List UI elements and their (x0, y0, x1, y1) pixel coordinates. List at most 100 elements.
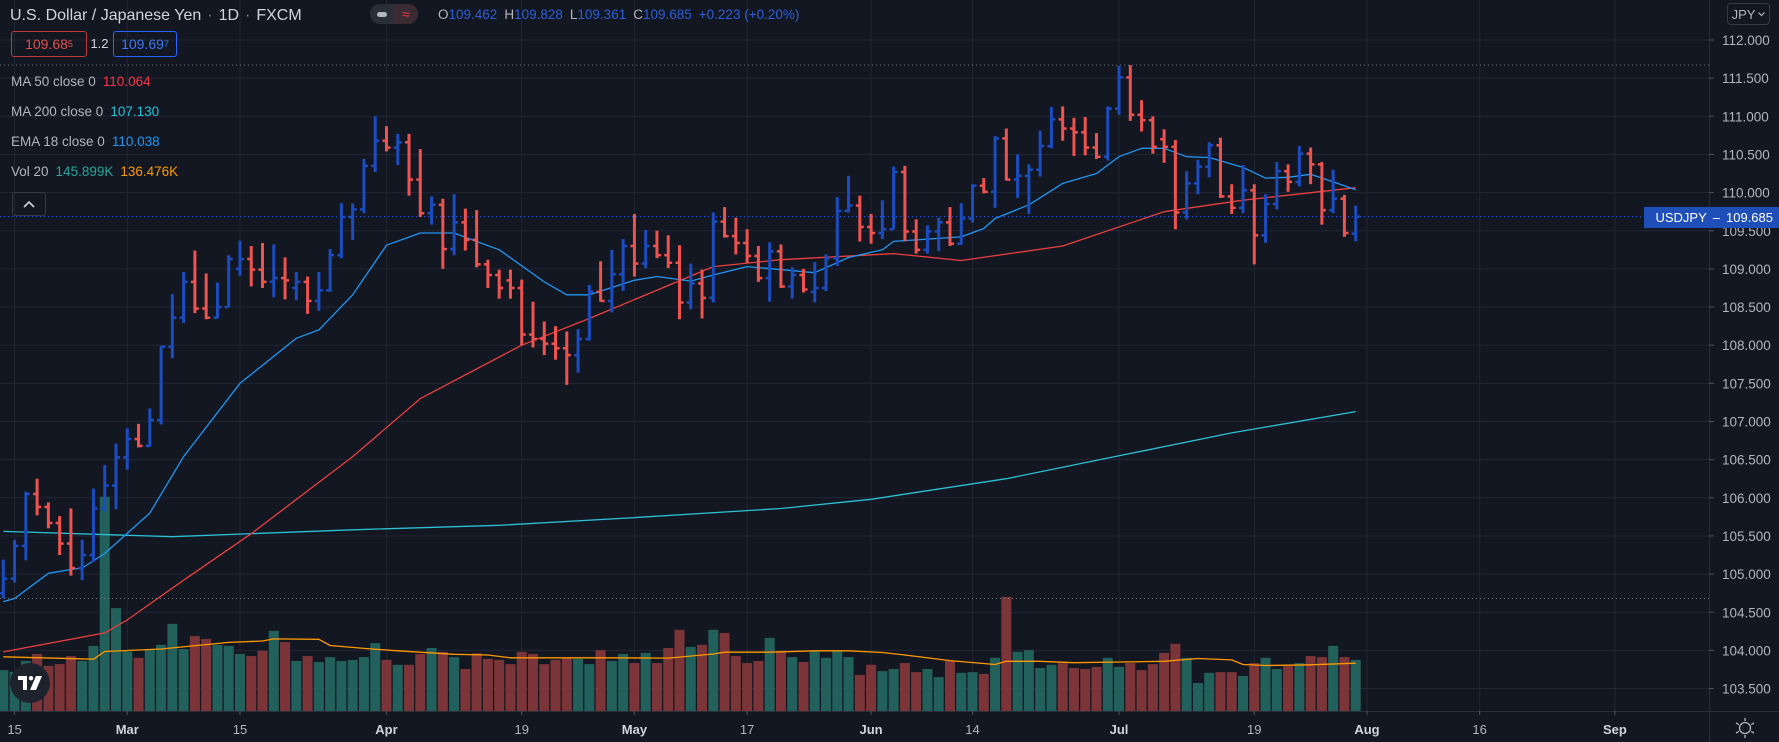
volume-bar (753, 660, 764, 711)
buy-button[interactable]: 109.69 7 (113, 31, 177, 57)
volume-bar (1226, 672, 1237, 711)
volume-bar (54, 664, 65, 711)
buy-pip: 7 (163, 39, 169, 49)
chevron-up-icon (23, 200, 35, 208)
volume-bar (821, 657, 832, 711)
price-axis-label: 105.000 (1722, 567, 1771, 582)
volume-bar (719, 632, 730, 711)
volume-bar (358, 657, 369, 711)
volume-bar (854, 674, 865, 711)
price-axis-label: 110.500 (1722, 147, 1770, 162)
volume-bar (505, 664, 516, 711)
volume-bar (809, 650, 820, 711)
price-axis-label: 112.000 (1722, 33, 1770, 48)
volume-bar (1147, 664, 1158, 711)
tradingview-logo-icon (18, 676, 42, 690)
volume-bar (550, 659, 561, 711)
volume-bar (246, 656, 257, 711)
volume-bar (178, 649, 189, 711)
ma200-value: 107.130 (110, 104, 160, 119)
high-value: 109.828 (514, 7, 563, 22)
volume-bar (1068, 667, 1079, 711)
volume-bar (1339, 657, 1350, 711)
price-axis-label: 103.500 (1722, 682, 1771, 697)
volume-bar (956, 672, 967, 711)
sell-button[interactable]: 109.68 5 (11, 31, 87, 57)
volume-bar (1102, 657, 1113, 711)
volume-bar (223, 645, 234, 711)
dash-icon (370, 4, 394, 24)
volume-bar (280, 642, 291, 711)
volume-bar (404, 664, 415, 711)
auto-scale-gear-icon[interactable] (1733, 716, 1757, 740)
volume-bar (381, 659, 392, 711)
legend-volume[interactable]: Vol 20 145.899K 136.476K (11, 164, 178, 179)
volume-bar (122, 651, 133, 711)
volume-bar (471, 653, 482, 711)
buy-price: 109.69 (121, 36, 164, 52)
legend-ma200[interactable]: MA 200 close 0 107.130 (11, 104, 159, 119)
volume-bar (212, 644, 223, 711)
volume-bar (291, 660, 302, 711)
volume-bar (798, 662, 809, 711)
ohlc-readout: O109.462 H109.828 L109.361 C109.685 +0.2… (438, 7, 799, 22)
volume-bar (77, 660, 88, 711)
volume-bar (527, 653, 538, 711)
currency-select[interactable]: JPY (1727, 3, 1770, 25)
open-value: 109.462 (448, 7, 498, 22)
tradingview-logo[interactable] (10, 663, 50, 703)
volume-bar (866, 664, 877, 711)
price-axis-label: 111.000 (1722, 109, 1769, 124)
volume-bar (944, 660, 955, 711)
interval[interactable]: 1D (219, 7, 239, 25)
currency-label: JPY (1731, 6, 1756, 22)
time-axis-label: Aug (1354, 722, 1379, 737)
volume-bar (257, 650, 268, 711)
price-chart[interactable]: 112.000111.500111.000110.500110.000109.5… (0, 0, 1779, 742)
last-price-symbol: USDJPY (1655, 210, 1707, 225)
volume-bar (88, 645, 99, 711)
volume-bar (1114, 666, 1125, 711)
time-axis-label: 14 (965, 722, 979, 737)
ma50-label: MA 50 close 0 (11, 74, 96, 89)
price-axis-label: 108.500 (1722, 300, 1771, 315)
volume-bar (268, 630, 279, 711)
symbol-name: U.S. Dollar / Japanese Yen (10, 7, 202, 24)
volume-bar (573, 658, 584, 711)
volume-bar (111, 608, 121, 711)
separator (239, 7, 256, 25)
volume-bar (990, 657, 1001, 711)
time-axis-label: 15 (7, 722, 21, 737)
compare-toggle[interactable]: ≈ (370, 4, 418, 24)
volume-bar (708, 629, 719, 711)
volume-bar (426, 648, 437, 711)
price-axis-label: 105.500 (1722, 529, 1771, 544)
ema18-label: EMA 18 close 0 (11, 134, 105, 149)
time-axis-label: Sep (1603, 722, 1627, 737)
time-axis-label: Jun (860, 722, 883, 737)
price-axis-label: 110.000 (1722, 186, 1770, 201)
volume-bar (449, 657, 460, 711)
close-value: 109.685 (642, 7, 692, 22)
legend-ema18[interactable]: EMA 18 close 0 110.038 (11, 134, 160, 149)
time-axis-label: 16 (1472, 722, 1486, 737)
volume-bar (201, 638, 212, 711)
change-value: +0.223 (+0.20%) (698, 7, 800, 22)
volume-bar (1215, 672, 1226, 711)
price-axis-label: 106.000 (1722, 491, 1771, 506)
volume-bar (539, 664, 550, 711)
time-axis-label: Mar (116, 722, 139, 737)
volume-bar (1192, 683, 1203, 711)
volume-bar (1136, 670, 1147, 711)
symbol-title[interactable]: U.S. Dollar / Japanese Yen 1D FXCM (10, 4, 302, 28)
volume-bar (1283, 665, 1294, 711)
legend-ma50[interactable]: MA 50 close 0 110.064 (11, 74, 151, 89)
volume-bar (1057, 663, 1068, 711)
volume-bar (0, 670, 9, 711)
volume-bar (189, 636, 200, 711)
volume-bar (764, 637, 775, 711)
volume-bar (336, 660, 347, 711)
ma200-label: MA 200 close 0 (11, 104, 104, 119)
collapse-legend-button[interactable] (12, 192, 46, 216)
volume-bar (1350, 659, 1361, 711)
